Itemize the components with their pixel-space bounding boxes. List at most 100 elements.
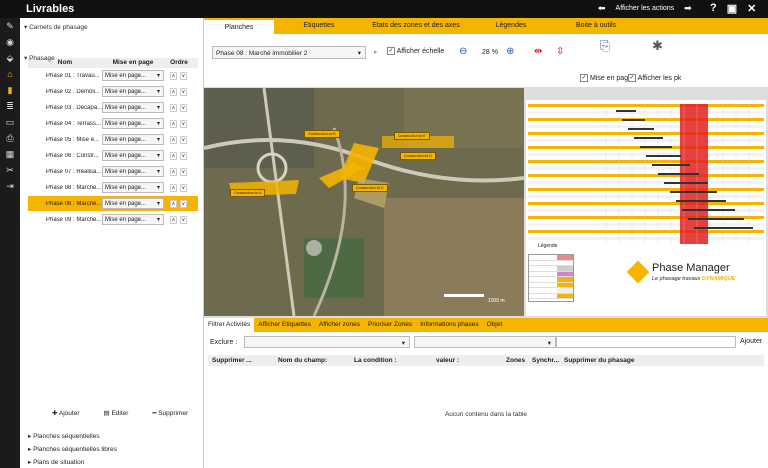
- filter-add-button[interactable]: Ajouter: [740, 338, 762, 345]
- layout-dropdown[interactable]: Mise en page...: [102, 102, 164, 113]
- map-zone-label[interactable]: Construction lot E: [394, 132, 430, 140]
- map-zone-label[interactable]: Construction lot D: [400, 152, 436, 160]
- show-pk-checkbox[interactable]: ✓ Afficher les pk: [628, 74, 681, 82]
- layout-dropdown[interactable]: Mise en page...: [102, 214, 164, 225]
- column-mode[interactable]: Mise en page: [102, 58, 164, 68]
- filter-value-input[interactable]: [556, 336, 736, 348]
- asterisk-icon[interactable]: ✱: [652, 38, 663, 54]
- pencil-icon[interactable]: ✎: [0, 18, 20, 34]
- phase-row[interactable]: Phase 04 : Terrass...Mise en page... ∧∨: [28, 116, 198, 131]
- page-search-icon[interactable]: ⎘: [600, 38, 610, 54]
- arrow-left-icon[interactable]: ⬅: [598, 3, 606, 14]
- tree-item-sequential[interactable]: ▸ Planches séquentielles: [28, 432, 100, 440]
- map-zone-label[interactable]: Construction lot A: [230, 189, 266, 197]
- tree-item-situation[interactable]: ▸ Plans de situation: [28, 458, 84, 466]
- move-down-button[interactable]: ∨: [180, 183, 187, 192]
- edit-button[interactable]: ▤ Editer: [104, 409, 129, 417]
- aerial-map[interactable]: Construction lot B Construction lot D Cons…: [204, 88, 524, 316]
- move-up-button[interactable]: ∧: [170, 71, 177, 80]
- plan-viewer[interactable]: Construction lot B Construction lot D Cons…: [204, 88, 768, 330]
- calendar-icon[interactable]: ▦: [0, 146, 20, 162]
- tab-object[interactable]: Objet: [483, 318, 507, 332]
- col-remove-phase[interactable]: Supprimer du phasage: [564, 357, 654, 364]
- move-up-button[interactable]: ∧: [170, 103, 177, 112]
- exclude-select-2[interactable]: [414, 336, 556, 348]
- layout-dropdown[interactable]: Mise en page...: [102, 150, 164, 161]
- exit-icon[interactable]: ⇥: [0, 178, 20, 194]
- map-zone-label[interactable]: Construction lot C: [352, 184, 388, 192]
- col-delete[interactable]: Supprimer ...: [208, 357, 278, 364]
- tree-item-sequential-free[interactable]: ▸ Planches séquentielles libres: [28, 445, 117, 453]
- layers-icon[interactable]: ≣: [0, 98, 20, 114]
- print-icon[interactable]: ⎙: [0, 130, 20, 146]
- layout-checkbox[interactable]: ✓ Mise en page: [580, 74, 632, 82]
- phase-row[interactable]: Phase 03 : Décapa...Mise en page... ∧∨: [28, 100, 198, 115]
- move-down-button[interactable]: ∨: [180, 71, 187, 80]
- book-icon[interactable]: ▮: [0, 82, 20, 98]
- tab-filter-activities[interactable]: Filtrer Activités: [204, 318, 255, 332]
- tab-show-labels[interactable]: Afficher Etiquettes: [254, 318, 315, 332]
- phase-row[interactable]: Phase 05 : Mise e...Mise en page... ∧∨: [28, 132, 198, 147]
- move-down-button[interactable]: ∨: [180, 103, 187, 112]
- phase-row[interactable]: Phase 02 : Démoli...Mise en page... ∧∨: [28, 84, 198, 99]
- move-up-button[interactable]: ∧: [170, 183, 177, 192]
- play-icon[interactable]: ▸: [374, 48, 378, 56]
- eye-icon[interactable]: ◉: [0, 34, 20, 50]
- col-condition[interactable]: La condition :: [354, 357, 436, 364]
- tab-planches[interactable]: Planches: [204, 18, 274, 34]
- move-up-button[interactable]: ∧: [170, 135, 177, 144]
- move-down-button[interactable]: ∨: [180, 215, 187, 224]
- tab-legendes[interactable]: Légendes: [468, 18, 554, 34]
- fit-height-icon[interactable]: ⇳: [556, 46, 564, 57]
- layout-dropdown[interactable]: Mise en page...: [102, 182, 164, 193]
- map-zone-label[interactable]: Construction lot B: [304, 130, 340, 138]
- tools-icon[interactable]: ✂: [0, 162, 20, 178]
- phase-row[interactable]: Phase 01 : Travau...Mise en page... ∧∨: [28, 68, 198, 83]
- phase-row[interactable]: Phase 08 : Marché...Mise en page... ∧∨: [28, 180, 198, 195]
- move-down-button[interactable]: ∨: [180, 87, 187, 96]
- move-down-button[interactable]: ∨: [180, 135, 187, 144]
- arrow-right-icon[interactable]: ➡: [684, 3, 692, 14]
- show-scale-checkbox[interactable]: ✓ Afficher échelle: [387, 47, 444, 55]
- move-up-button[interactable]: ∧: [170, 199, 177, 208]
- delete-button[interactable]: ━ Supprimer: [152, 409, 188, 417]
- move-up-button[interactable]: ∧: [170, 151, 177, 160]
- column-order[interactable]: Ordre: [164, 58, 194, 68]
- fit-width-icon[interactable]: ⇹: [534, 46, 542, 57]
- tab-etiquettes[interactable]: Etiquettes: [274, 18, 364, 34]
- move-down-button[interactable]: ∨: [180, 199, 187, 208]
- move-up-button[interactable]: ∧: [170, 87, 177, 96]
- zoom-out-icon[interactable]: ⊖: [459, 46, 467, 57]
- phase-row[interactable]: Phase 09 : Marché...Mise en page... ∧∨: [28, 212, 198, 227]
- monitor-icon[interactable]: ▭: [0, 114, 20, 130]
- layout-dropdown[interactable]: Mise en page...: [102, 70, 164, 81]
- tab-boite-outils[interactable]: Boite à outils: [554, 18, 638, 34]
- tab-prioritize-zones[interactable]: Prioriser Zones: [364, 318, 416, 332]
- help-icon[interactable]: ?: [710, 2, 717, 15]
- move-up-button[interactable]: ∧: [170, 215, 177, 224]
- tab-show-zones[interactable]: Afficher zones: [315, 318, 364, 332]
- layout-dropdown[interactable]: Mise en page...: [102, 166, 164, 177]
- move-down-button[interactable]: ∨: [180, 151, 187, 160]
- move-up-button[interactable]: ∧: [170, 167, 177, 176]
- phase-row[interactable]: Phase 08 : Marché...Mise en page... ∧∨: [28, 196, 198, 211]
- tab-etats[interactable]: Etats des zones et des axes: [364, 18, 468, 34]
- section-carnets[interactable]: ▾ Carnets de phasage: [24, 23, 88, 31]
- home-icon[interactable]: ⌂: [0, 66, 20, 82]
- layout-dropdown[interactable]: Mise en page...: [102, 134, 164, 145]
- layout-dropdown[interactable]: Mise en page...: [102, 86, 164, 97]
- save-icon[interactable]: ▣: [727, 2, 737, 15]
- zoom-in-icon[interactable]: ⊕: [506, 46, 514, 57]
- col-value[interactable]: valeur :: [436, 357, 506, 364]
- phase-row[interactable]: Phase 06 : Constr...Mise en page... ∧∨: [28, 148, 198, 163]
- col-field[interactable]: Nom du champ:: [278, 357, 354, 364]
- move-down-button[interactable]: ∨: [180, 167, 187, 176]
- phase-row[interactable]: Phase 07 : Réalisa...Mise en page... ∧∨: [28, 164, 198, 179]
- tag-icon[interactable]: ⬙: [0, 50, 20, 66]
- close-icon[interactable]: ✕: [747, 2, 756, 15]
- move-down-button[interactable]: ∨: [180, 119, 187, 128]
- layout-dropdown[interactable]: Mise en page...: [102, 198, 164, 209]
- group-phasage[interactable]: ▾ Phasage: [24, 54, 55, 62]
- show-actions-link[interactable]: Afficher les actions: [616, 5, 675, 12]
- move-up-button[interactable]: ∧: [170, 119, 177, 128]
